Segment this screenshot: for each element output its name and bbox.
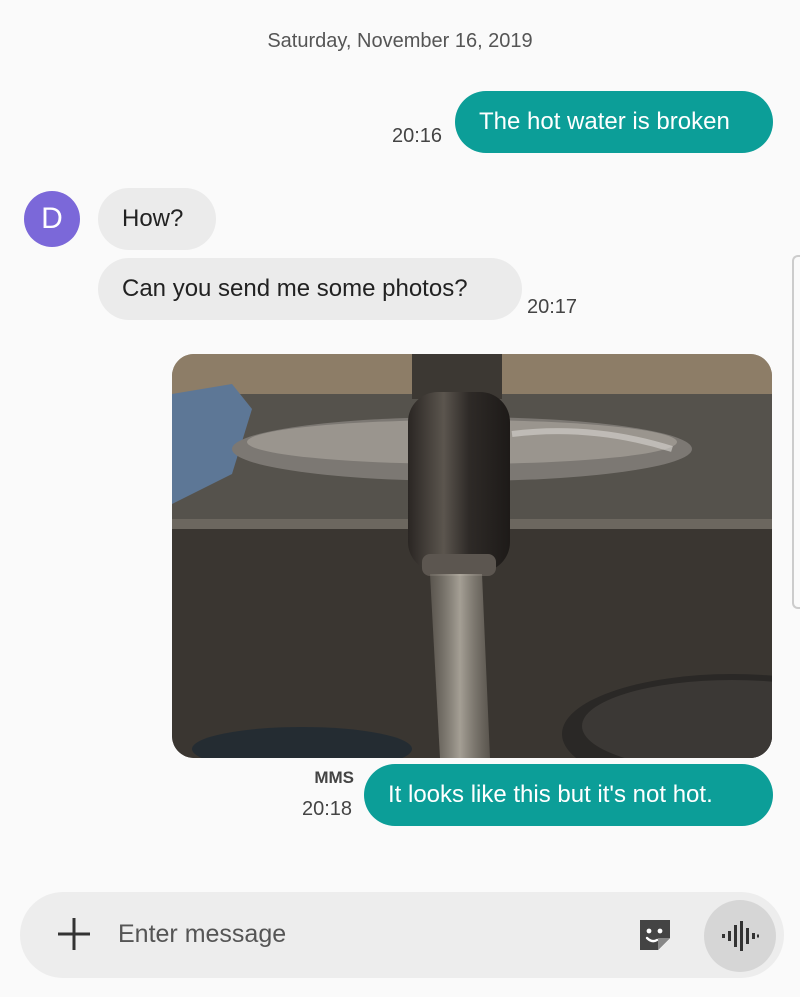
scroll-indicator[interactable] [792, 255, 800, 609]
message-time: 20:16 [392, 125, 443, 147]
contact-avatar[interactable]: D [24, 191, 80, 247]
voice-waveform-icon[interactable] [704, 900, 776, 972]
message-bubble-outgoing[interactable]: The hot water is broken [455, 91, 773, 153]
message-bubble-incoming[interactable]: How? [98, 188, 216, 250]
sticker-icon[interactable] [636, 916, 674, 954]
plus-icon[interactable] [52, 912, 96, 956]
message-input[interactable]: Enter message [118, 920, 286, 949]
mms-label: MMS [314, 768, 354, 787]
message-time: 20:17 [527, 296, 578, 318]
message-bubble-outgoing[interactable]: It looks like this but it's not hot. [364, 764, 773, 826]
message-time: 20:18 [302, 798, 353, 820]
faucet-photo-image [172, 354, 772, 758]
photo-attachment[interactable] [172, 354, 772, 758]
message-bubble-incoming[interactable]: Can you send me some photos? [98, 258, 522, 320]
message-composer: Enter message [20, 892, 784, 978]
date-header: Saturday, November 16, 2019 [267, 30, 533, 52]
